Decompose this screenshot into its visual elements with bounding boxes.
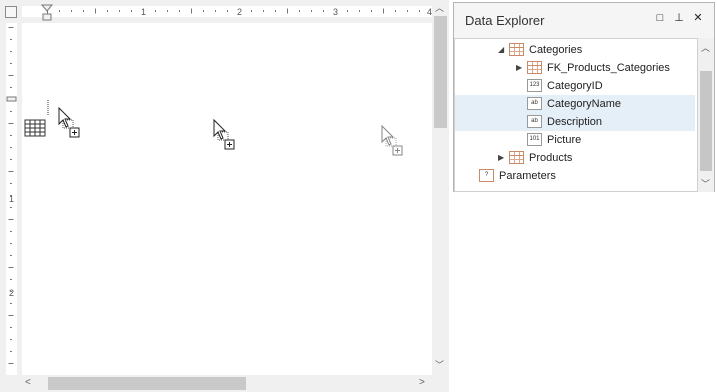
tree-item-label: Products (529, 152, 573, 164)
ruler-number: 2 (9, 288, 15, 298)
maximize-icon[interactable]: □ (652, 10, 668, 26)
parameter-icon: ? (479, 169, 494, 182)
tree-scroll-thumb[interactable] (700, 71, 712, 171)
vertical-ruler[interactable]: 1 2 (0, 23, 22, 375)
ruler-number: 1 (9, 194, 15, 204)
horizontal-ruler[interactable]: 1 2 3 4 (22, 0, 432, 23)
tree-item[interactable]: ▶ FK_Products_Categories (455, 59, 695, 77)
numeric-field-icon: 123 (527, 79, 542, 92)
scroll-left-icon[interactable]: < (25, 377, 31, 388)
horizontal-scroll-thumb[interactable] (48, 377, 246, 390)
table-drop-icon (24, 119, 46, 137)
tree-item-label: CategoryName (547, 98, 621, 110)
tree-vertical-scrollbar[interactable]: ︿ ﹀ (698, 38, 714, 192)
tree-item[interactable]: 123 CategoryID (455, 77, 695, 95)
tree-item-label: CategoryID (547, 80, 603, 92)
data-source-tree[interactable]: ◢ Categories ▶ FK_Products_Categories 123 Cat… (454, 38, 698, 192)
scroll-down-icon[interactable]: ﹀ (701, 177, 710, 190)
data-explorer-panel: Data Explorer □ ⊥ ✕ ◢ Categories ▶ FK_Produ… (453, 2, 715, 192)
design-surface[interactable] (22, 23, 432, 375)
drag-add-cursor-icon (381, 124, 403, 156)
text-field-icon: ab (527, 97, 542, 110)
tree-item-label: Parameters (499, 170, 556, 182)
collapse-arrow-icon[interactable]: ◢ (498, 44, 504, 56)
ruler-number: 3 (333, 7, 339, 17)
pin-icon[interactable]: ⊥ (671, 10, 687, 26)
tree-item[interactable]: ? Parameters (455, 167, 695, 185)
drag-add-cursor-icon (58, 106, 80, 138)
designer-horizontal-scrollbar[interactable]: < > (22, 375, 432, 392)
report-designer: 1 2 3 4 1 2 ︿ ﹀ < > (0, 0, 449, 392)
drag-add-cursor-icon (213, 118, 235, 150)
horizontal-ruler-ticks (22, 4, 432, 21)
tree-item[interactable]: ab Description (455, 113, 695, 131)
tree-item-label: Picture (547, 134, 582, 146)
scroll-up-icon[interactable]: ︿ (701, 41, 710, 54)
tree-item[interactable]: ▶ Products (455, 149, 695, 167)
table-icon (509, 43, 524, 56)
scroll-right-icon[interactable]: > (419, 377, 425, 388)
expand-arrow-icon[interactable]: ▶ (516, 62, 522, 74)
tree-item-label: FK_Products_Categories (547, 62, 670, 74)
ruler-number: 1 (141, 7, 147, 17)
binary-field-icon: 101 (527, 133, 542, 146)
vertical-scroll-thumb[interactable] (434, 16, 447, 128)
expand-arrow-icon[interactable]: ▶ (498, 152, 504, 164)
designer-vertical-scrollbar[interactable]: ︿ ﹀ (432, 0, 449, 375)
close-icon[interactable]: ✕ (690, 10, 706, 26)
scroll-down-icon[interactable]: ﹀ (435, 360, 444, 370)
ruler-corner-button[interactable] (5, 6, 17, 18)
text-field-icon: ab (527, 115, 542, 128)
scroll-up-icon[interactable]: ︿ (435, 3, 444, 13)
tree-item[interactable]: ab CategoryName (455, 95, 695, 113)
panel-title: Data Explorer (465, 13, 545, 28)
ruler-margin-marker[interactable] (6, 96, 17, 102)
tree-item[interactable]: ◢ Categories (455, 41, 695, 59)
tree-item-label: Description (547, 116, 603, 128)
table-icon (509, 151, 524, 164)
ruler-number: 2 (237, 7, 243, 17)
table-icon (527, 61, 542, 74)
tree-item-label: Categories (529, 44, 583, 56)
ruler-indent-marker[interactable] (42, 13, 52, 21)
tree-item[interactable]: 101 Picture (455, 131, 695, 149)
